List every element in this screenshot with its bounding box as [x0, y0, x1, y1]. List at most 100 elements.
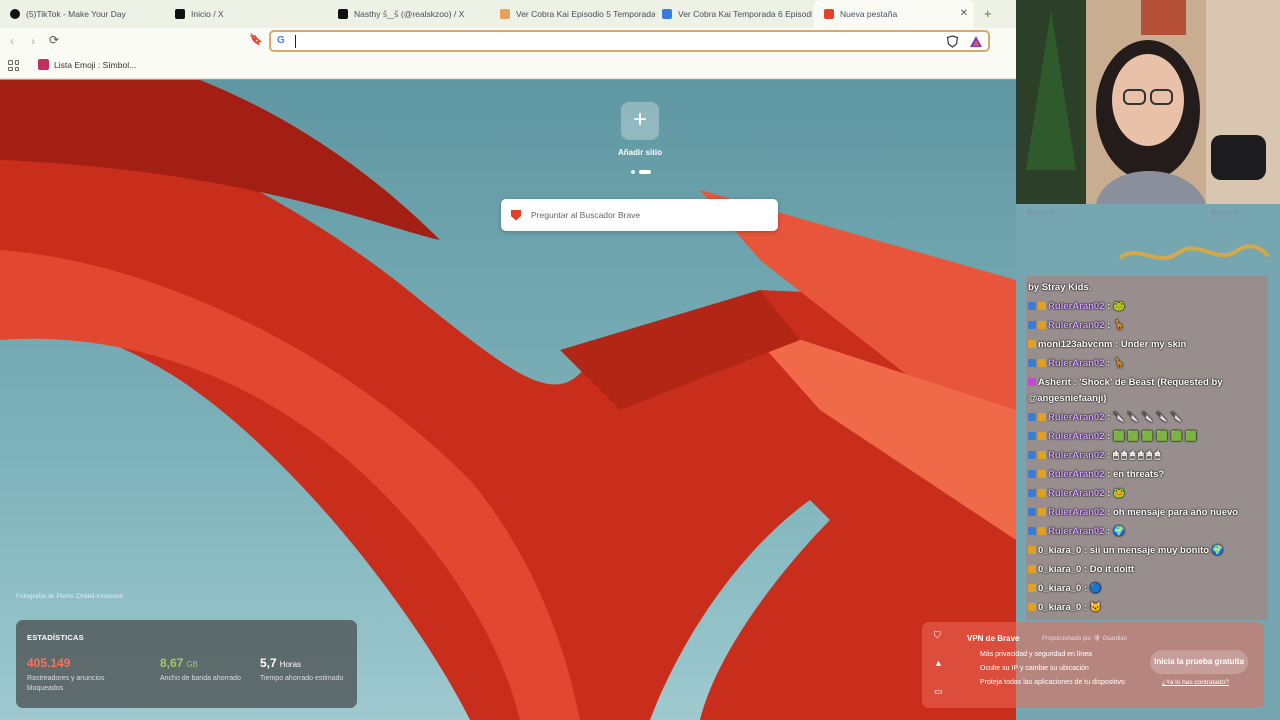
stats-widget: ESTADÍSTICAS 405.149 Rastreadores y anun… — [16, 620, 357, 708]
sub-badge-icon — [1038, 451, 1046, 459]
vpn-feature: Proteja todas las aplicaciones de tu dis… — [980, 679, 1125, 686]
address-bar[interactable]: G — [269, 30, 990, 52]
chat-message: RulerAran02 : 🐸 — [1028, 488, 1125, 499]
webcam-feed — [1016, 0, 1280, 204]
warning-icon[interactable]: ▲ — [934, 658, 943, 668]
chat-message: @angesniefaanji) — [1028, 393, 1107, 404]
chat-message: 0_kiara_0 : 🐱 — [1028, 602, 1102, 613]
chat-message: RulerAran02 : oh mensaje para año nuevo — [1028, 507, 1238, 518]
page-dots[interactable] — [631, 170, 651, 174]
apps-grid-icon[interactable] — [8, 60, 19, 71]
add-site-label: Añadir sitio — [617, 148, 662, 157]
x-icon — [175, 9, 185, 19]
mod-badge-icon — [1028, 321, 1036, 329]
chat-message: RulerAran02 : en threats? — [1028, 469, 1164, 480]
chat-message: moni123abvcnm : Under my skin — [1028, 339, 1186, 350]
sub-badge-icon — [1028, 584, 1036, 592]
tab-cobra-kai-6[interactable]: Ver Cobra Kai Temporada 6 Episodio — [652, 0, 812, 28]
vpn-card: ⛉ ▲ ▭ VPN de Brave Proporcionado por 🛡 G… — [922, 622, 1264, 708]
mod-badge-icon — [1028, 489, 1036, 497]
mod-badge-icon — [1028, 508, 1036, 516]
sub-badge-icon — [1038, 508, 1046, 516]
mod-badge-icon — [1028, 470, 1036, 478]
tab-new-tab[interactable]: Nueva pestaña ✕ — [814, 0, 974, 28]
handle-tag: @asherit_ — [1210, 210, 1243, 217]
stream-chat: by Stray Kids. RulerAran02 : 🐸 RulerAran… — [1026, 276, 1268, 620]
chat-message: Asherit : 'Shock' de Beast (Requested by — [1028, 377, 1223, 388]
broadcaster-badge-icon — [1028, 378, 1036, 386]
chat-message: RulerAran02 : 🌍 — [1028, 526, 1125, 537]
tab-x-profile[interactable]: Nasthy ꜱ̈‿ꜱ̈ (@realskzoo) / X — [328, 0, 493, 28]
chat-message: 0_kiara_0 : Do it doitt — [1028, 564, 1134, 575]
add-site-button[interactable]: + — [621, 102, 659, 140]
stat-bandwidth: 8,67 GB Ancho de banda ahorrado — [160, 656, 241, 682]
search-placeholder: Preguntar al Buscador Brave — [531, 210, 641, 220]
sub-badge-icon — [1028, 546, 1036, 554]
mod-badge-icon — [1028, 413, 1036, 421]
brave-shields-icon[interactable] — [946, 35, 959, 51]
vpn-powered-by: Proporcionado por 🛡 Guardian — [1042, 636, 1127, 642]
bookmark-icon[interactable]: 🔖 — [249, 33, 263, 46]
sub-badge-icon — [1038, 302, 1046, 310]
bookmark-item-emoji[interactable]: Lista Emoji : Símbol... — [38, 59, 136, 70]
sub-badge-icon — [1038, 527, 1046, 535]
chat-message: 0_kiara_0 : 🔵 — [1028, 583, 1102, 594]
sub-badge-icon — [1028, 565, 1036, 573]
back-icon[interactable]: ‹ — [10, 34, 14, 48]
mod-badge-icon — [1028, 451, 1036, 459]
sub-badge-icon — [1028, 603, 1036, 611]
mod-badge-icon — [1028, 302, 1036, 310]
chat-message: RulerAran02 : 🔪 🔪 🔪 🔪 🔪 — [1028, 412, 1183, 423]
new-tab-button[interactable]: + — [984, 6, 992, 21]
already-purchased-link[interactable]: ¿Ya lo has contratado? — [1162, 679, 1229, 686]
sub-badge-icon — [1038, 359, 1046, 367]
chat-message: by Stray Kids. — [1028, 282, 1092, 293]
chat-message: RulerAran02 : 🟩 🟩 🟩 🟩 🟩 🟩 — [1028, 431, 1197, 442]
tab-x-inicio[interactable]: Inicio / X — [165, 0, 330, 28]
new-tab-page: + Añadir sitio Preguntar al Buscador Bra… — [0, 80, 1016, 720]
sub-badge-icon — [1038, 321, 1046, 329]
brave-search-box[interactable]: Preguntar al Buscador Brave — [501, 199, 778, 231]
brave-rewards-icon[interactable] — [969, 35, 983, 51]
brave-lion-icon — [511, 209, 521, 221]
brave-icon — [824, 9, 834, 19]
vpn-feature: Oculte su IP y cambie su ubicación — [980, 665, 1089, 672]
text-caret — [295, 35, 296, 48]
page-dot-active[interactable] — [639, 170, 651, 174]
mod-badge-icon — [1028, 359, 1036, 367]
sub-badge-icon — [1038, 470, 1046, 478]
chat-message: RulerAran02 : 🐸 — [1028, 301, 1125, 312]
mod-badge-icon — [1028, 527, 1036, 535]
google-icon: G — [277, 35, 285, 46]
bookmarks-bar — [0, 54, 1016, 79]
site-icon — [500, 9, 510, 19]
chat-message: RulerAran02 : 🦒 — [1028, 320, 1125, 331]
tab-tiktok[interactable]: (5)TikTok - Make Your Day — [0, 0, 165, 28]
sub-badge-icon — [1038, 432, 1046, 440]
x-icon — [338, 9, 348, 19]
sub-badge-icon — [1028, 340, 1036, 348]
photo-credit[interactable]: Fotografía de Pierre Châtel-Innocenti — [16, 593, 123, 600]
handle-tag: @asherit_ — [1026, 210, 1059, 217]
forward-icon[interactable]: › — [31, 34, 35, 48]
dragon-decoration — [1118, 244, 1270, 260]
card-icon[interactable]: ▭ — [934, 686, 943, 697]
chat-message: RulerAran02 : 🦒 — [1028, 358, 1125, 369]
chat-message: 0_kiara_0 : sii un mensaje muy bonito 🌍 — [1028, 545, 1224, 556]
mod-badge-icon — [1028, 432, 1036, 440]
stat-trackers: 405.149 Rastreadores y anuncios bloquead… — [27, 656, 105, 692]
streamer-webcam-image — [1016, 0, 1280, 204]
vpn-feature: Más privacidad y seguridad en línea — [980, 651, 1093, 658]
vpn-title: VPN de Brave — [967, 634, 1020, 643]
start-trial-button[interactable]: Inicia la prueba gratuita — [1150, 650, 1248, 674]
reload-icon[interactable]: ⟳ — [49, 33, 59, 47]
stat-time: 5,7 Horas Tiempo ahorrado estimado — [260, 656, 344, 682]
tab-cobra-kai-5[interactable]: Ver Cobra Kai Episodio 5 Temporada — [490, 0, 655, 28]
page-dot[interactable] — [631, 170, 635, 174]
emoji-site-icon — [38, 59, 49, 70]
close-icon[interactable]: ✕ — [960, 8, 968, 19]
vpn-shield-icon[interactable]: ⛉ — [934, 630, 941, 641]
sub-badge-icon — [1038, 413, 1046, 421]
stats-title: ESTADÍSTICAS — [27, 633, 84, 642]
site-icon — [662, 9, 672, 19]
